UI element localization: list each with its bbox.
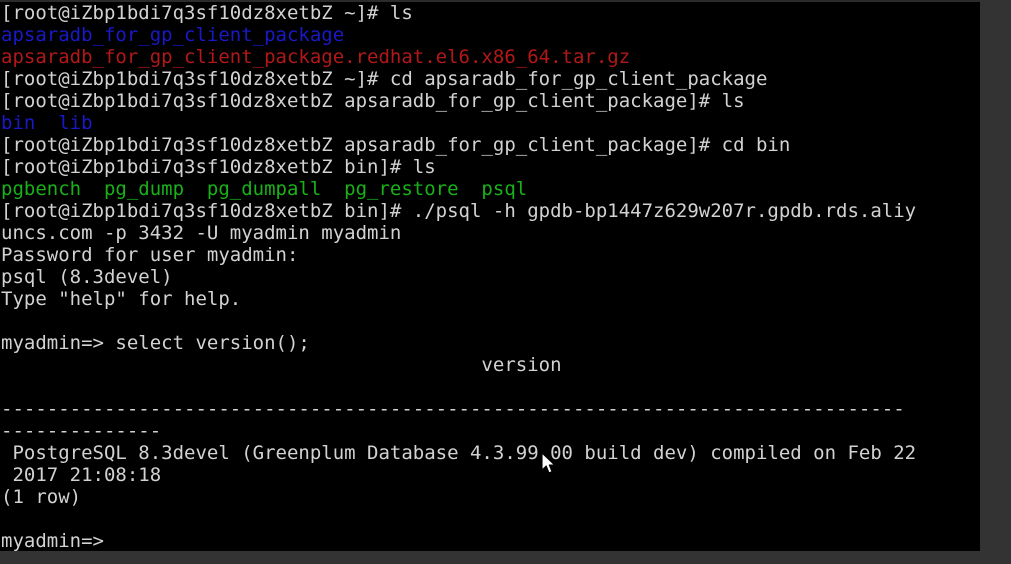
terminal-bottom-border <box>0 551 980 564</box>
terminal-result-row-wrap: 2017 21:08:18 <box>1 464 162 486</box>
terminal-line: [root@iZbp1bdi7q3sf10dz8xetbZ ~]# ls <box>1 2 413 24</box>
terminal-line: apsaradb_for_gp_client_package.redhat.el… <box>1 46 631 68</box>
terminal-separator-wrap: -------------- <box>1 420 162 442</box>
terminal-line: [root@iZbp1bdi7q3sf10dz8xetbZ apsaradb_f… <box>1 134 791 156</box>
terminal-line: pgbench pg_dump pg_dumpall pg_restore ps… <box>1 178 528 200</box>
terminal-line: [root@iZbp1bdi7q3sf10dz8xetbZ apsaradb_f… <box>1 90 745 112</box>
terminal-line: [root@iZbp1bdi7q3sf10dz8xetbZ bin]# ./ps… <box>1 200 917 222</box>
terminal-line: [root@iZbp1bdi7q3sf10dz8xetbZ ~]# cd aps… <box>1 68 768 90</box>
terminal-line: Type "help" for help. <box>1 288 242 310</box>
terminal-output-area[interactable]: [root@iZbp1bdi7q3sf10dz8xetbZ ~]# ls aps… <box>0 0 980 551</box>
terminal-line: myadmin=> select version(); <box>1 332 310 354</box>
terminal-separator: ----------------------------------------… <box>1 398 905 420</box>
terminal-line: bin lib <box>1 112 93 134</box>
terminal-right-border <box>980 0 1011 564</box>
terminal-prompt: myadmin=> <box>1 530 104 551</box>
terminal-row-count: (1 row) <box>1 486 82 508</box>
terminal-line: apsaradb_for_gp_client_package <box>1 24 345 46</box>
terminal-result-row: PostgreSQL 8.3devel (Greenplum Database … <box>1 442 917 464</box>
terminal-column-header: version <box>1 354 562 376</box>
terminal-line: uncs.com -p 3432 -U myadmin myadmin <box>1 222 402 244</box>
terminal-line: [root@iZbp1bdi7q3sf10dz8xetbZ bin]# ls <box>1 156 436 178</box>
terminal-line: Password for user myadmin: <box>1 244 299 266</box>
terminal-top-edge <box>0 0 980 2</box>
terminal-line: psql (8.3devel) <box>1 266 173 288</box>
terminal-window[interactable]: [root@iZbp1bdi7q3sf10dz8xetbZ ~]# ls aps… <box>0 0 1011 564</box>
